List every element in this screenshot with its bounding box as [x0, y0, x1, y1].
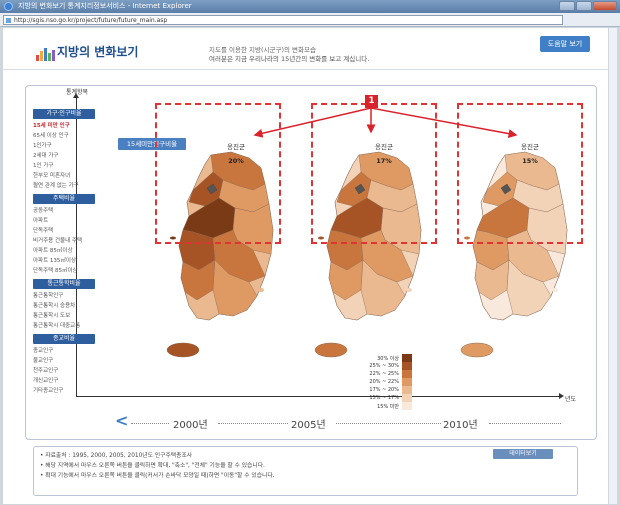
callout-number: 1	[365, 95, 378, 108]
sidebar-item[interactable]: 1인 가구	[33, 161, 95, 171]
sidebar-item[interactable]: 불교인구	[33, 356, 95, 366]
highlight-box-2000	[155, 103, 281, 244]
sidebar-category: 종교비율	[33, 334, 95, 344]
note-move: • 확대 기능에서 마우스 오른쪽 버튼을 클릭(커서가 손바닥 모양일 때)하…	[40, 473, 275, 479]
legend-swatch	[402, 386, 412, 394]
legend-label: 15% 미만	[377, 403, 399, 410]
sidebar-item[interactable]: 아파트	[33, 216, 95, 226]
close-button[interactable]	[593, 1, 617, 11]
header-subtitle: 여러분은 지금 우리나라의 15년간의 변화를 보고 계십니다.	[209, 55, 370, 63]
help-button[interactable]: 도움말 보기	[540, 36, 590, 52]
legend-swatch	[402, 370, 412, 378]
timeline-dots	[489, 423, 561, 424]
legend-row: 17% ~ 20%	[358, 386, 412, 394]
window-title: 지방의 변화보기 통계지리정보서비스 - Internet Explorer	[18, 2, 192, 10]
legend-swatch	[402, 362, 412, 370]
indicator-sidebar: 가구·인구비율 15세 미만 인구 65세 이상 인구 1인가구 2세대 가구 1인 가구…	[33, 109, 95, 399]
sidebar-item[interactable]: 개신교인구	[33, 376, 95, 386]
legend-swatch	[402, 402, 412, 410]
maximize-button[interactable]	[576, 1, 592, 11]
url-field[interactable]: http://sgis.nso.go.kr/project/future/fut…	[3, 15, 563, 25]
sidebar-item[interactable]: 아파트 85㎡이상	[33, 246, 95, 256]
timeline-year-2005[interactable]: 2005년	[291, 416, 326, 431]
sidebar-item[interactable]: 통근통학시 대중교통	[33, 321, 95, 331]
address-bar: http://sgis.nso.go.kr/project/future/fut…	[0, 13, 620, 27]
browser-icon	[4, 2, 13, 11]
legend-row: 25% ~ 30%	[358, 362, 412, 370]
legend-swatch	[402, 394, 412, 402]
sidebar-item[interactable]: 통근통학시 승용차	[33, 301, 95, 311]
legend-label: 25% ~ 30%	[369, 363, 399, 369]
logo-icon	[36, 48, 55, 61]
page-icon	[6, 18, 11, 23]
x-axis-line	[76, 396, 562, 397]
x-axis-label: 년도	[565, 396, 577, 403]
legend-label: 15% ~ 17%	[369, 395, 399, 401]
sidebar-category: 주택비율	[33, 194, 95, 204]
sidebar-item[interactable]: 기타종교인구	[33, 386, 95, 396]
highlight-box-2005	[311, 103, 437, 244]
sidebar-item[interactable]: 혈연 관계 없는 가구	[33, 181, 95, 191]
sidebar-item[interactable]: 단독주택	[33, 226, 95, 236]
highlight-box-2010	[457, 103, 583, 244]
legend-label: 20% ~ 22%	[369, 379, 399, 385]
sidebar-item[interactable]: 단독주택 85㎡이상	[33, 266, 95, 276]
legend-label: 30% 이상	[377, 355, 399, 362]
sidebar-item[interactable]: 1인가구	[33, 141, 95, 151]
legend-row: 20% ~ 22%	[358, 378, 412, 386]
page-viewport: 지방의 변화보기 지도를 이용한 지방(시군구)의 변화모습 여러분은 지금 우…	[3, 28, 617, 504]
sidebar-category: 통근통학비율	[33, 279, 95, 289]
x-axis-arrow	[559, 393, 564, 399]
sidebar-item[interactable]: 비거주용 건물내 주택	[33, 236, 95, 246]
sidebar-item[interactable]: 아파트 135㎡이상	[33, 256, 95, 266]
timeline-year-2000[interactable]: 2000년	[173, 416, 208, 431]
minimize-button[interactable]	[559, 1, 575, 11]
sidebar-category: 가구·인구비율	[33, 109, 95, 119]
map-legend: 30% 이상 25% ~ 30% 22% ~ 25% 20% ~ 22% 17% ~ 2…	[358, 354, 412, 410]
sidebar-item[interactable]: 종교인구	[33, 346, 95, 356]
timeline-year-2010[interactable]: 2010년	[443, 416, 478, 431]
sidebar-item[interactable]: 65세 이상 인구	[33, 131, 95, 141]
sidebar-item[interactable]: 한부모 미혼자녀	[33, 171, 95, 181]
legend-row: 30% 이상	[358, 354, 412, 362]
sidebar-item[interactable]: 천주교인구	[33, 366, 95, 376]
note-zoom: • 해당 지역에서 마우스 오른쪽 버튼을 클릭하면 확대, "축소", "전체…	[40, 463, 265, 469]
legend-label: 22% ~ 25%	[369, 371, 399, 377]
legend-label: 17% ~ 20%	[369, 387, 399, 393]
data-view-button[interactable]: 데이터보기	[493, 449, 553, 459]
timeline-dots	[131, 423, 169, 424]
legend-row: 15% 미만	[358, 402, 412, 410]
legend-row: 15% ~ 17%	[358, 394, 412, 402]
logo-text: 지방의 변화보기	[57, 45, 139, 59]
note-source: • 자료출처 : 1995, 2000, 2005, 2010년도 인구주택총조…	[40, 453, 193, 459]
sidebar-item[interactable]: 공동주택	[33, 206, 95, 216]
legend-row: 22% ~ 25%	[358, 370, 412, 378]
sidebar-item[interactable]: 15세 미만 인구	[33, 121, 95, 131]
window-controls	[559, 1, 617, 11]
legend-swatch	[402, 354, 412, 362]
page-header: 지방의 변화보기 지도를 이용한 지방(시군구)의 변화모습 여러분은 지금 우…	[3, 28, 617, 70]
sidebar-item[interactable]: 통근통학인구	[33, 291, 95, 301]
window-titlebar: 지방의 변화보기 통계지리정보서비스 - Internet Explorer	[0, 0, 620, 13]
sidebar-item[interactable]: 2세대 가구	[33, 151, 95, 161]
url-text: http://sgis.nso.go.kr/project/future/fut…	[14, 17, 168, 24]
timeline-back-arrow[interactable]: <	[115, 411, 128, 430]
timeline-dots	[218, 423, 288, 424]
vertical-scrollbar[interactable]	[608, 28, 617, 504]
sidebar-item[interactable]: 통근통학시 도보	[33, 311, 95, 321]
legend-swatch	[402, 378, 412, 386]
timeline-dots	[336, 423, 441, 424]
